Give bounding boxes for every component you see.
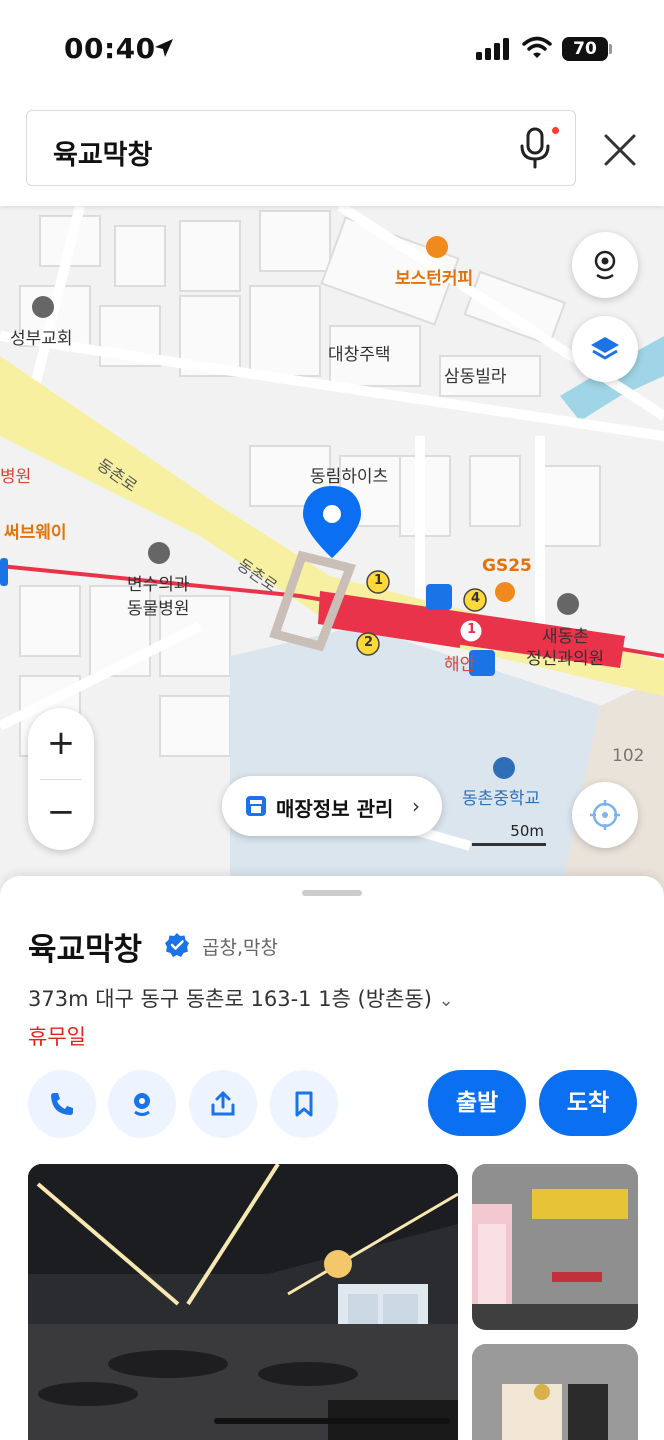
map-label-subway[interactable]: 써브웨이: [4, 518, 67, 543]
mic-badge: [552, 127, 559, 134]
place-address-row[interactable]: 373m 대구 동구 동촌로 163-1 1층 (방촌동) ⌄: [28, 983, 454, 1013]
scale-label: 50m: [510, 822, 544, 840]
map-label-hospital[interactable]: 병원: [0, 462, 31, 487]
search-input[interactable]: 육교막창: [26, 110, 576, 186]
place-photo-3[interactable]: [472, 1344, 638, 1440]
store-manage-button[interactable]: 매장정보 관리 ›: [222, 776, 442, 836]
wifi-icon: [522, 36, 552, 58]
place-category: 곱창,막창: [202, 937, 278, 959]
place-address: 대구 동구 동촌로 163-1 1층 (방촌동): [95, 987, 432, 1011]
photo-booth-image: [472, 1164, 638, 1330]
map-view[interactable]: 보스턴커피 성부교회 대창주택 삼동빌라 동촌로 동촌로 동림하이츠 병원 써브…: [0, 206, 664, 896]
location-arrow-icon: [155, 39, 173, 57]
place-name: 육교막창: [28, 932, 143, 968]
place-photo-2[interactable]: [472, 1164, 638, 1330]
scale-bar: [472, 843, 546, 846]
exit-marker[interactable]: 1: [467, 622, 476, 637]
search-query: 육교막창: [53, 140, 153, 171]
map-label-vet-1[interactable]: 변수의과: [127, 570, 190, 595]
zoom-in-button[interactable]: +: [28, 708, 94, 778]
current-location-icon: [590, 800, 620, 830]
share-icon: [211, 1091, 235, 1116]
chevron-right-icon: ›: [412, 794, 420, 818]
mic-icon[interactable]: [517, 127, 553, 169]
place-distance: 373m: [28, 987, 89, 1011]
bookmark-button[interactable]: [270, 1070, 338, 1138]
bookmark-icon: [295, 1091, 313, 1117]
layers-button[interactable]: [572, 316, 638, 382]
pin-icon: [134, 1093, 150, 1116]
phone-icon: [51, 1093, 73, 1115]
depart-button[interactable]: 출발: [428, 1070, 526, 1136]
business-status: 휴무일: [28, 1025, 86, 1049]
exit-marker[interactable]: 4: [471, 591, 480, 606]
map-label-samdong-villa[interactable]: 삼동빌라: [444, 362, 507, 387]
search-header: 육교막창: [0, 100, 664, 206]
chevron-down-icon: ⌄: [438, 990, 454, 1011]
place-photo-main[interactable]: [28, 1164, 458, 1440]
map-scale: 50m: [472, 820, 546, 848]
map-label-vet-2[interactable]: 동물병원: [127, 594, 190, 619]
zoom-out-button[interactable]: −: [28, 780, 94, 850]
status-bar: 00:40 70: [0, 0, 664, 100]
street-view-icon: [594, 250, 616, 280]
exit-marker[interactable]: 2: [364, 635, 373, 650]
map-label-haean[interactable]: 해안: [444, 650, 475, 675]
close-icon[interactable]: [598, 128, 642, 172]
arrive-button[interactable]: 도착: [539, 1070, 637, 1136]
verified-icon: [165, 933, 189, 957]
wall-selfie-image: [472, 1344, 638, 1440]
map-label-middle-school[interactable]: 동촌중학교: [462, 784, 540, 809]
zoom-control: + −: [28, 708, 94, 850]
sheet-drag-handle[interactable]: [302, 890, 362, 896]
signal-icon: [476, 38, 509, 60]
map-label-clinic-2[interactable]: 정신과의원: [526, 644, 604, 669]
place-detail-sheet[interactable]: 육교막창 곱창,막창 373m 대구 동구 동촌로 163-1 1층 (방촌동)…: [0, 876, 664, 1440]
map-label-boston-coffee[interactable]: 보스턴커피: [395, 264, 473, 289]
home-indicator: [214, 1418, 450, 1424]
layers-icon: [591, 337, 619, 360]
street-view-place-button[interactable]: [108, 1070, 176, 1138]
street-view-button[interactable]: [572, 232, 638, 298]
call-button[interactable]: [28, 1070, 96, 1138]
status-time: 00:40: [64, 32, 156, 65]
map-label-building-102: 102: [612, 746, 645, 766]
restaurant-interior-image: [28, 1164, 458, 1440]
map-label-gs25[interactable]: GS25: [482, 556, 532, 576]
map-label-seongbu-church[interactable]: 성부교회: [10, 324, 73, 349]
share-button[interactable]: [189, 1070, 257, 1138]
battery-icon: 70: [562, 37, 608, 61]
store-icon: [246, 796, 266, 816]
map-label-daechang-house[interactable]: 대창주택: [328, 340, 391, 365]
battery-cap: [609, 44, 612, 54]
exit-marker[interactable]: 1: [374, 573, 383, 588]
store-manage-label: 매장정보 관리: [276, 797, 394, 821]
map-label-dongrim-heights[interactable]: 동림하이츠: [310, 462, 388, 487]
current-location-button[interactable]: [572, 782, 638, 848]
